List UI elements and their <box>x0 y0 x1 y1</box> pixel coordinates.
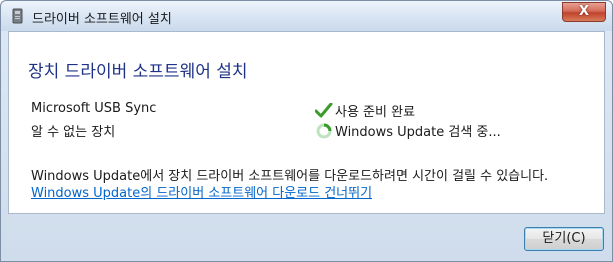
close-icon: X <box>578 4 590 19</box>
content-panel: 장치 드라이버 소프트웨어 설치 Microsoft USB Sync 알 수 … <box>8 31 605 214</box>
dialog-window: 드라이버 소프트웨어 설치 X 장치 드라이버 소프트웨어 설치 Microso… <box>0 0 613 262</box>
driver-install-icon <box>11 8 25 24</box>
checkmark-icon <box>314 102 333 119</box>
device-name-2: 알 수 없는 장치 <box>31 125 116 140</box>
device-status-1: 사용 준비 완료 <box>314 101 416 120</box>
window-title: 드라이버 소프트웨어 설치 <box>32 12 172 27</box>
close-window-button[interactable]: X <box>562 2 606 22</box>
page-title: 장치 드라이버 소프트웨어 설치 <box>28 62 248 82</box>
device-name-1: Microsoft USB Sync <box>31 101 157 116</box>
close-button[interactable]: 닫기(C) <box>524 227 604 251</box>
spinner-icon <box>315 123 333 139</box>
device-status-text-2: Windows Update 검색 중... <box>335 125 501 140</box>
title-bar[interactable]: 드라이버 소프트웨어 설치 X <box>1 1 612 31</box>
device-status-2: Windows Update 검색 중... <box>315 121 501 140</box>
skip-windows-update-link[interactable]: Windows Update의 드라이버 소프트웨어 다운로드 건너뛰기 <box>31 182 372 201</box>
device-status-text-1: 사용 준비 완료 <box>335 105 416 120</box>
